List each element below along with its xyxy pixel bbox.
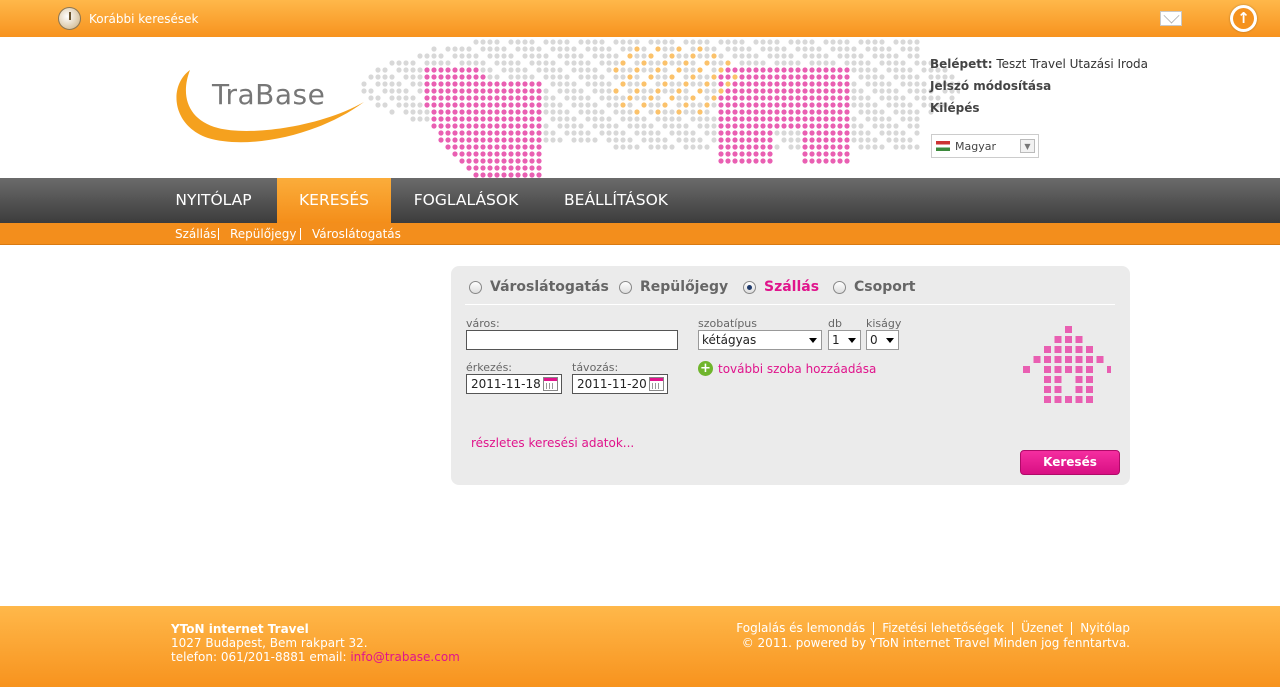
radio-group[interactable]: Csoport xyxy=(833,279,915,295)
city-label: város: xyxy=(466,317,500,330)
arrival-date-value: 2011-11-18 xyxy=(471,377,541,391)
plus-icon: + xyxy=(698,361,713,376)
footer-contact: YToN internet Travel 1027 Budapest, Bem … xyxy=(171,622,460,664)
language-value: Magyar xyxy=(955,139,996,153)
detailed-search-link[interactable]: részletes keresési adatok... xyxy=(471,436,634,450)
footer-link-payment[interactable]: Fizetési lehetőségek xyxy=(874,622,1014,635)
city-input[interactable] xyxy=(466,330,678,350)
extra-bed-select[interactable]: 0 xyxy=(866,330,899,350)
radio-flight-label: Repülőjegy xyxy=(640,279,729,295)
room-count-label: db xyxy=(828,317,842,330)
chevron-down-icon: ▼ xyxy=(1020,139,1035,153)
email-link[interactable]: info@trabase.com xyxy=(350,650,460,664)
logout-link[interactable]: Kilépés xyxy=(930,101,980,115)
chevron-down-icon xyxy=(809,338,817,343)
add-room-label: további szoba hozzáadása xyxy=(718,361,877,376)
logged-in-value: Teszt Travel Utazási Iroda xyxy=(996,57,1149,71)
footer-link-booking[interactable]: Foglalás és lemondás xyxy=(728,622,875,635)
chevron-down-icon xyxy=(886,338,894,343)
logged-in-label: Belépett: xyxy=(930,57,993,71)
copyright: © 2011. powered by YToN internet Travel … xyxy=(741,636,1130,650)
divider xyxy=(465,304,1115,305)
world-map-graphic xyxy=(361,39,960,178)
nav-item-settings[interactable]: BEÁLLÍTÁSOK xyxy=(546,178,686,223)
subnav-city-break[interactable]: Városlátogatás xyxy=(312,227,401,241)
previous-searches-link[interactable]: Korábbi keresések xyxy=(58,7,198,30)
chevron-down-icon xyxy=(848,338,856,343)
radio-city-break[interactable]: Városlátogatás xyxy=(469,279,609,295)
radio-group-label: Csoport xyxy=(854,279,916,295)
room-count-select[interactable]: 1 xyxy=(828,330,861,350)
search-button[interactable]: Keresés xyxy=(1020,450,1120,475)
arrival-label: érkezés: xyxy=(466,361,513,374)
company-name: YToN internet Travel xyxy=(171,622,309,636)
departure-label: távozás: xyxy=(572,361,619,374)
company-phone: telefon: 061/201-8881 email: xyxy=(171,650,351,664)
footer-links: Foglalás és lemondás Fizetési lehetősége… xyxy=(728,622,1130,635)
main-nav: NYITÓLAP KERESÉS FOGLALÁSOK BEÁLLÍTÁSOK xyxy=(0,178,1280,223)
footer-link-message[interactable]: Üzenet xyxy=(1013,622,1073,635)
user-box: Belépett: Teszt Travel Utazási Iroda Jel… xyxy=(930,55,1148,121)
sub-nav: Szállás Repülőjegy Városlátogatás xyxy=(0,223,1280,245)
radio-flight[interactable]: Repülőjegy xyxy=(619,279,728,295)
nav-item-search[interactable]: KERESÉS xyxy=(277,178,391,223)
extra-bed-value: 0 xyxy=(870,333,878,347)
brand-name: TraBase xyxy=(212,78,326,111)
departure-date-input[interactable]: 2011-11-20 xyxy=(572,374,668,394)
nav-item-home[interactable]: NYITÓLAP xyxy=(155,178,272,223)
radio-accommodation-label: Szállás xyxy=(764,279,820,295)
previous-searches-label: Korábbi keresések xyxy=(89,11,199,26)
room-count-value: 1 xyxy=(832,333,840,347)
calendar-icon[interactable] xyxy=(649,377,664,391)
change-password-link[interactable]: Jelszó módosítása xyxy=(930,79,1051,93)
history-icon xyxy=(58,7,81,30)
subnav-flight[interactable]: Repülőjegy xyxy=(230,227,297,241)
extra-bed-label: kiságy xyxy=(866,317,902,330)
top-bar: Korábbi keresések ↑ xyxy=(0,0,1280,37)
search-panel: Városlátogatás Repülőjegy Szállás Csopor… xyxy=(451,266,1130,485)
footer-link-home[interactable]: Nyitólap xyxy=(1072,622,1130,635)
add-room-link[interactable]: + további szoba hozzáadása xyxy=(698,361,876,376)
room-type-label: szobatípus xyxy=(698,317,758,330)
room-type-select[interactable]: kétágyas xyxy=(698,330,822,350)
departure-date-value: 2011-11-20 xyxy=(577,377,647,391)
room-type-value: kétágyas xyxy=(702,333,757,347)
subnav-accommodation[interactable]: Szállás xyxy=(175,227,217,241)
company-address: 1027 Budapest, Bem rakpart 32. xyxy=(171,636,368,650)
radio-city-break-label: Városlátogatás xyxy=(490,279,609,295)
house-icon xyxy=(1023,326,1111,403)
calendar-icon[interactable] xyxy=(543,377,558,391)
scroll-up-icon[interactable]: ↑ xyxy=(1230,5,1257,32)
nav-item-bookings[interactable]: FOGLALÁSOK xyxy=(396,178,536,223)
language-select[interactable]: Magyar ▼ xyxy=(931,134,1039,158)
arrival-date-input[interactable]: 2011-11-18 xyxy=(466,374,562,394)
radio-accommodation[interactable]: Szállás xyxy=(743,279,819,295)
mail-icon[interactable] xyxy=(1160,11,1182,26)
footer: YToN internet Travel 1027 Budapest, Bem … xyxy=(0,606,1280,687)
hungarian-flag-icon xyxy=(936,141,950,151)
